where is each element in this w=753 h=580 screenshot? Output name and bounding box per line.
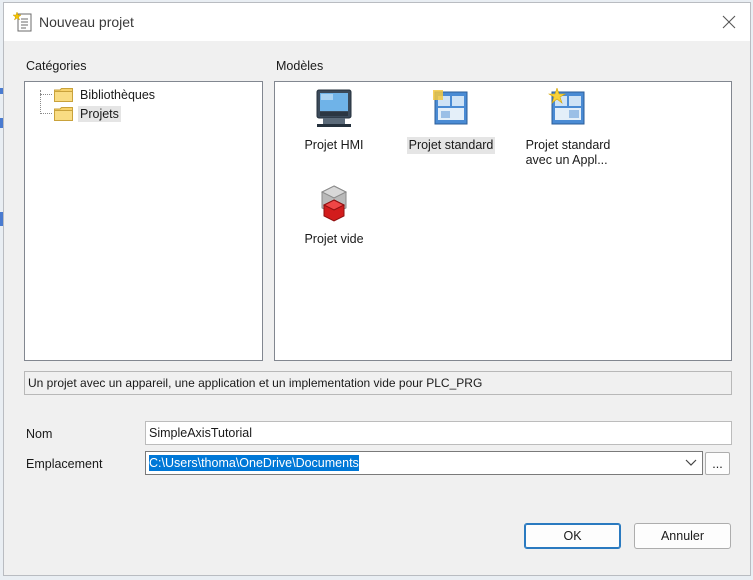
template-label: Projet standard <box>406 137 496 154</box>
folder-icon <box>54 107 73 121</box>
tree-item-projets[interactable]: Projets <box>54 105 121 123</box>
close-icon <box>722 15 736 29</box>
template-standard-project[interactable]: Projet standard <box>396 88 506 154</box>
new-project-document-icon <box>13 11 32 32</box>
name-label: Nom <box>26 427 53 441</box>
template-label-line-2: avec un Appl... <box>525 153 608 167</box>
cancel-button[interactable]: Annuler <box>634 523 731 549</box>
tree-item-label: Bibliothèques <box>80 88 156 102</box>
location-combobox[interactable]: C:\Users\thoma\OneDrive\Documents <box>145 451 703 475</box>
location-value: C:\Users\thoma\OneDrive\Documents <box>149 455 359 471</box>
hmi-project-icon <box>316 89 352 127</box>
categories-tree[interactable]: Bibliothèques Projets <box>24 81 263 361</box>
close-button[interactable] <box>712 7 746 37</box>
template-label-line-1: Projet standard <box>525 138 611 152</box>
template-description: Un projet avec un appareil, une applicat… <box>24 371 732 395</box>
tree-item-bibliotheques[interactable]: Bibliothèques <box>54 86 157 104</box>
title-bar: Nouveau projet <box>4 3 750 41</box>
name-field[interactable]: SimpleAxisTutorial <box>145 421 732 445</box>
categories-label: Catégories <box>26 59 87 73</box>
templates-list[interactable]: Projet HMI Projet standard Projet standa… <box>274 81 732 361</box>
tree-connector <box>40 94 52 95</box>
empty-project-icon <box>320 185 348 222</box>
template-label: Projet vide <box>304 232 364 246</box>
chevron-down-icon[interactable] <box>684 457 698 469</box>
new-project-dialog: Nouveau projet Catégories Modèles Biblio… <box>3 2 751 576</box>
dialog-title: Nouveau projet <box>39 14 134 30</box>
template-hmi-project[interactable]: Projet HMI <box>279 88 389 154</box>
folder-icon <box>54 88 73 102</box>
template-standard-project-with-app[interactable]: Projet standard avec un Appl... <box>513 87 623 169</box>
templates-label: Modèles <box>276 59 324 73</box>
ok-button[interactable]: OK <box>524 523 621 549</box>
tree-item-label: Projets <box>78 106 121 122</box>
tree-connector <box>40 113 52 114</box>
template-empty-project[interactable]: Projet vide <box>279 182 389 248</box>
browse-button[interactable]: ... <box>705 452 730 475</box>
location-label: Emplacement <box>26 457 103 471</box>
standard-project-app-icon <box>547 87 585 125</box>
standard-project-icon <box>433 90 468 125</box>
template-label: Projet standard avec un Appl... <box>524 137 613 169</box>
template-label: Projet HMI <box>304 138 364 152</box>
